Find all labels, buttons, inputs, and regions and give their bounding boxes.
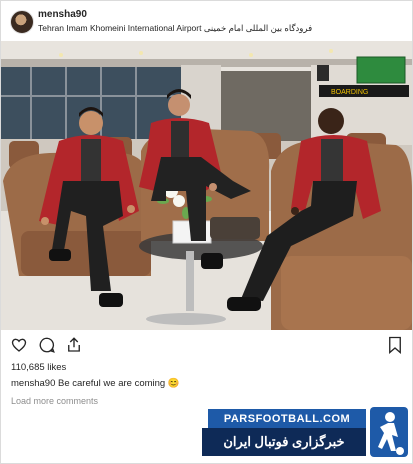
load-more-comments[interactable]: Load more comments [11, 396, 98, 406]
comment-icon [39, 337, 55, 353]
caption-text: Be careful we are coming 😊 [55, 378, 180, 389]
post-username[interactable]: mensha90 [38, 9, 87, 20]
watermark-site: PARSFOOTBALL.COM [208, 409, 366, 429]
likes-count[interactable]: 110,685 likes [11, 362, 66, 373]
avatar[interactable] [10, 10, 34, 34]
share-icon [68, 337, 80, 352]
post-location[interactable]: Tehran Imam Khomeini International Airpo… [38, 23, 312, 34]
bookmark-icon [389, 336, 401, 354]
heart-icon [11, 338, 27, 352]
watermark: PARSFOOTBALL.COM خبرگزاری فوتبال ایران [200, 405, 410, 461]
boarding-sign: BOARDING [331, 89, 368, 96]
footballer-logo-icon [370, 407, 408, 457]
caption-username[interactable]: mensha90 [11, 378, 55, 389]
post-photo[interactable]: BOARDING [1, 41, 412, 330]
share-button[interactable] [64, 335, 84, 355]
instagram-post: mensha90 Tehran Imam Khomeini Internatio… [0, 0, 413, 464]
caption: mensha90 Be careful we are coming 😊 [11, 378, 180, 389]
post-header: mensha90 Tehran Imam Khomeini Internatio… [1, 1, 412, 41]
save-button[interactable] [385, 335, 405, 355]
post-actions [1, 335, 412, 357]
comment-button[interactable] [37, 335, 57, 355]
watermark-tagline: خبرگزاری فوتبال ایران [202, 428, 366, 456]
like-button[interactable] [9, 335, 29, 355]
